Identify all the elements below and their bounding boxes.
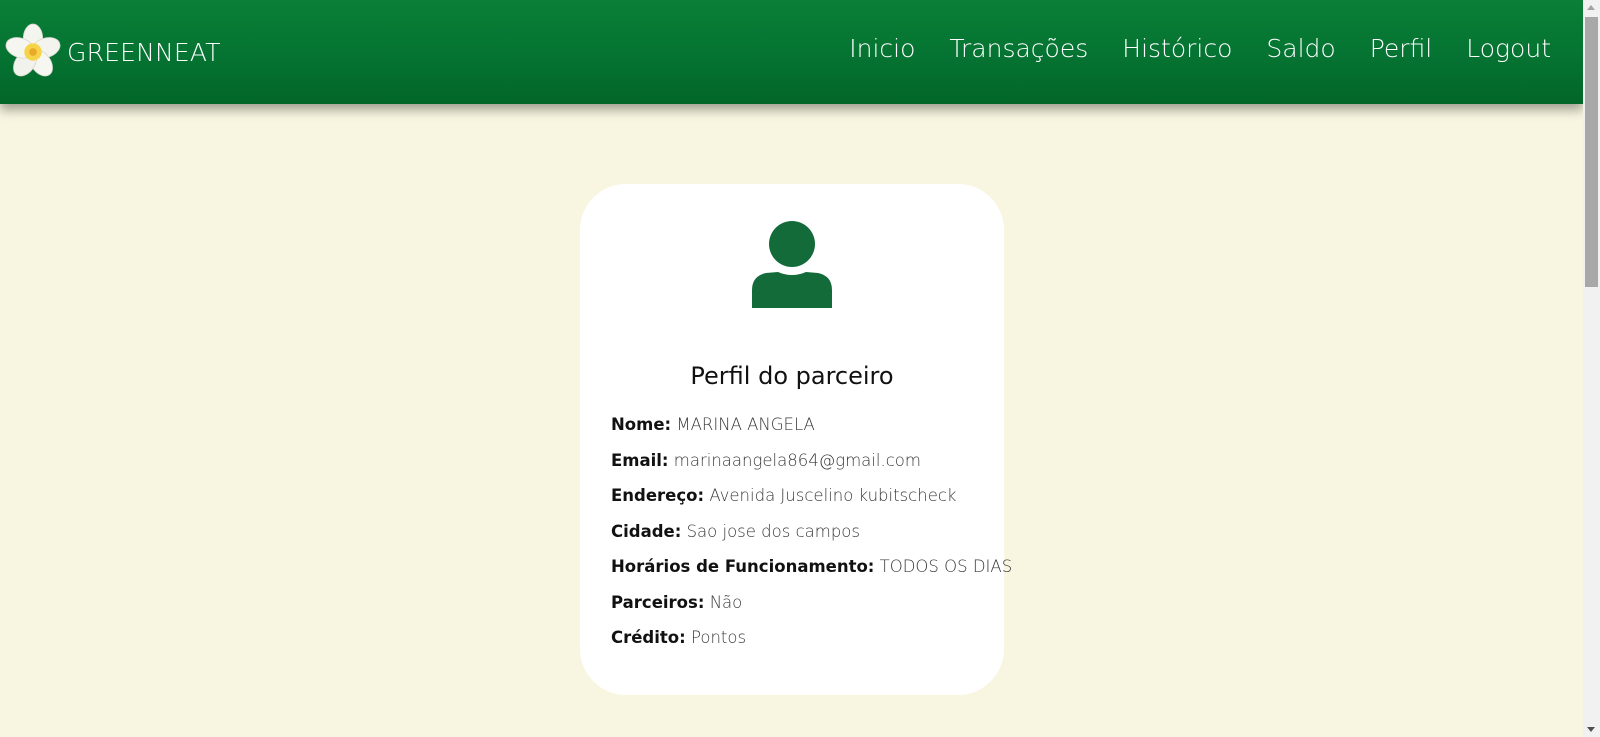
nav-item-saldo[interactable]: Saldo	[1266, 34, 1335, 63]
profile-field-endereco: Endereço: Avenida Juscelino kubitscheck	[611, 486, 1012, 524]
field-value: Pontos	[690, 628, 747, 647]
profile-fields: Nome: MARINA ANGELA Email: marinaangela8…	[611, 415, 1013, 666]
field-label: Horários de Funcionamento:	[611, 557, 875, 576]
profile-field-cidade: Cidade: Sao jose dos campos	[611, 521, 1012, 560]
nav-item-perfil[interactable]: Perfil	[1370, 34, 1433, 63]
scrollbar-thumb[interactable]	[1585, 17, 1598, 287]
field-label: Crédito:	[611, 628, 686, 647]
profile-field-nome: Nome: MARINA ANGELA	[611, 415, 1012, 453]
field-label: Parceiros:	[611, 592, 705, 612]
field-value: TODOS OS DIAS	[879, 557, 1013, 576]
main-nav: Inicio Transações Histórico Saldo Perfil…	[849, 34, 1551, 63]
profile-field-horarios: Horários de Funcionamento: TODOS OS DIAS	[611, 557, 1013, 595]
field-label: Endereço:	[611, 486, 705, 505]
field-value: Avenida Juscelino kubitscheck	[709, 486, 957, 505]
field-value: Sao jose dos campos	[686, 521, 860, 541]
field-value: MARINA ANGELA	[676, 415, 815, 434]
profile-title: Perfil do parceiro	[690, 361, 894, 390]
field-label: Nome:	[611, 415, 672, 434]
profile-field-email: Email: marinaangela864@gmail.com	[611, 450, 1012, 489]
field-label: Cidade:	[611, 521, 682, 541]
top-navbar: GREENNEAT Inicio Transações Histórico Sa…	[0, 0, 1583, 104]
brand-home-link[interactable]: GREENNEAT	[4, 22, 221, 82]
page: GREENNEAT Inicio Transações Histórico Sa…	[0, 0, 1600, 737]
scroll-up-arrow-icon[interactable]	[1587, 5, 1595, 10]
field-label: Email:	[611, 450, 669, 470]
nav-item-inicio[interactable]: Inicio	[849, 34, 915, 63]
scroll-down-arrow-icon[interactable]	[1587, 727, 1595, 732]
brand-name: GREENNEAT	[67, 37, 221, 67]
field-value: marinaangela864@gmail.com	[673, 450, 921, 470]
vertical-scrollbar[interactable]	[1583, 0, 1600, 737]
profile-field-credito: Crédito: Pontos	[611, 628, 1012, 666]
nav-item-logout[interactable]: Logout	[1466, 34, 1551, 63]
profile-card: Perfil do parceiro Nome: MARINA ANGELA E…	[580, 184, 1012, 695]
field-value: Não	[709, 592, 743, 612]
nav-item-transacoes[interactable]: Transações	[949, 34, 1088, 63]
profile-field-parceiros: Parceiros: Não	[611, 592, 1012, 631]
user-icon	[752, 221, 832, 308]
plumeria-flower-icon	[5, 23, 61, 77]
nav-item-historico[interactable]: Histórico	[1122, 34, 1232, 63]
